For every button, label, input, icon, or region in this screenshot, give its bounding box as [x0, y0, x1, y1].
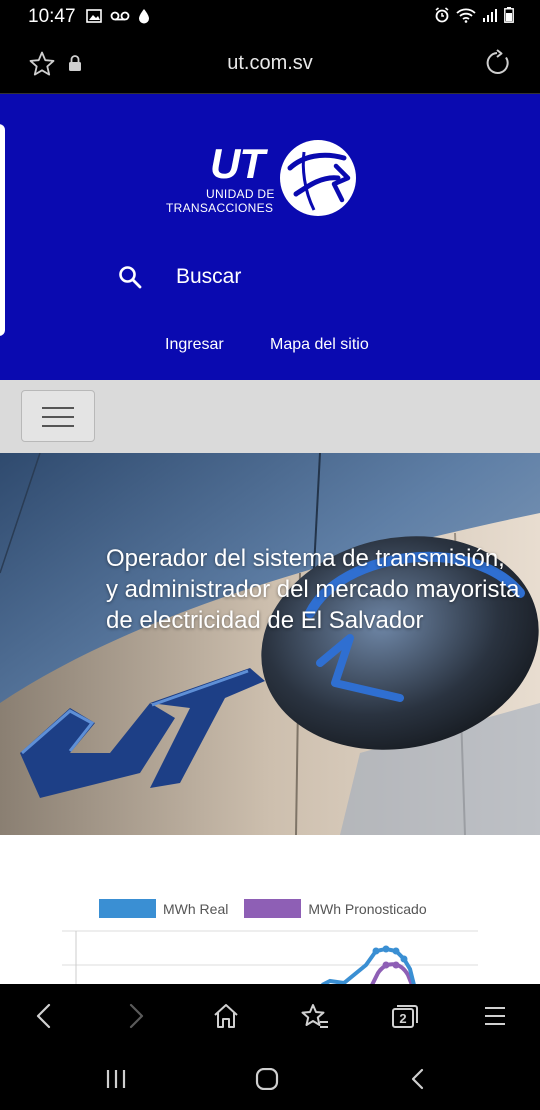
hamburger-line — [42, 407, 74, 409]
alarm-icon — [435, 7, 449, 23]
hamburger-line — [42, 416, 74, 418]
notification-icons — [86, 8, 150, 24]
legend-swatch-real[interactable] — [99, 899, 156, 918]
logo-abbr: UT — [210, 140, 265, 187]
wifi-icon — [456, 8, 476, 23]
hero-line-2: y administrador del mercado mayorista — [106, 576, 520, 603]
drop-icon — [139, 9, 149, 24]
signal-icon — [483, 9, 497, 22]
back-icon[interactable] — [32, 1002, 56, 1030]
series-real-point — [382, 945, 390, 953]
voicemail-icon — [110, 11, 130, 21]
search-icon — [119, 266, 142, 289]
battery-icon — [504, 7, 514, 23]
hero-image — [0, 453, 540, 835]
status-time: 10:47 — [28, 6, 76, 27]
globe-logo-icon — [280, 140, 356, 216]
recent-apps-icon[interactable] — [104, 1068, 128, 1090]
status-bar: 10:47 — [0, 0, 540, 34]
tab-count: 2 — [399, 1011, 407, 1026]
site-header: UT UNIDAD DE TRANSACCIONES Buscar Ingres… — [0, 94, 540, 380]
nav-bar — [0, 380, 540, 453]
series-real-point — [372, 947, 380, 955]
webpage: UT UNIDAD DE TRANSACCIONES Buscar Ingres… — [0, 94, 540, 984]
system-navigation-bar — [0, 1048, 540, 1110]
series-forecast-point — [382, 961, 390, 969]
hero-line-1: Operador del sistema de transmisión, — [106, 545, 505, 572]
ut-logo[interactable]: UT UNIDAD DE TRANSACCIONES — [160, 134, 360, 224]
series-real-point — [400, 955, 408, 963]
series-forecast-line — [370, 962, 414, 984]
hero-line-3: de electricidad de El Salvador — [106, 607, 424, 634]
legend-label-real: MWh Real — [163, 900, 229, 917]
logo-line2: TRANSACCIONES — [166, 201, 274, 215]
home-button-icon[interactable] — [255, 1068, 279, 1090]
address-bar: ut.com.sv — [0, 34, 540, 94]
legend-swatch-forecast[interactable] — [244, 899, 302, 918]
series-real-point — [392, 947, 400, 955]
bookmarks-icon[interactable] — [300, 1002, 330, 1030]
side-drawer-handle[interactable] — [0, 124, 5, 336]
forward-icon[interactable] — [124, 1002, 148, 1030]
home-icon[interactable] — [212, 1002, 240, 1030]
reload-icon[interactable] — [484, 49, 512, 77]
search-label: Buscar — [176, 265, 242, 288]
legend-label-forecast: MWh Pronosticado — [308, 900, 427, 917]
energy-chart: MWh Real MWh Pronosticado — [0, 835, 540, 984]
browser-toolbar: 2 — [0, 984, 540, 1048]
system-status-icons — [434, 7, 514, 23]
chart-plot — [62, 930, 478, 984]
logo-line1: UNIDAD DE — [206, 187, 275, 201]
hero-headline: Operador del sistema de transmisión, y a… — [106, 543, 540, 636]
hamburger-line — [42, 425, 74, 427]
sitemap-link[interactable]: Mapa del sitio — [270, 336, 369, 354]
hero-banner: Operador del sistema de transmisión, y a… — [0, 453, 540, 835]
menu-icon[interactable] — [483, 1002, 507, 1030]
search-button[interactable]: Buscar — [118, 262, 241, 292]
system-back-icon[interactable] — [408, 1068, 428, 1090]
menu-toggle-button[interactable] — [21, 390, 95, 442]
tabs-button[interactable]: 2 — [390, 1002, 420, 1030]
login-link[interactable]: Ingresar — [165, 336, 224, 354]
image-icon — [86, 9, 102, 23]
chart-legend: MWh Real MWh Pronosticado — [99, 899, 427, 918]
url-text[interactable]: ut.com.sv — [0, 52, 540, 75]
series-forecast-point — [392, 961, 400, 969]
